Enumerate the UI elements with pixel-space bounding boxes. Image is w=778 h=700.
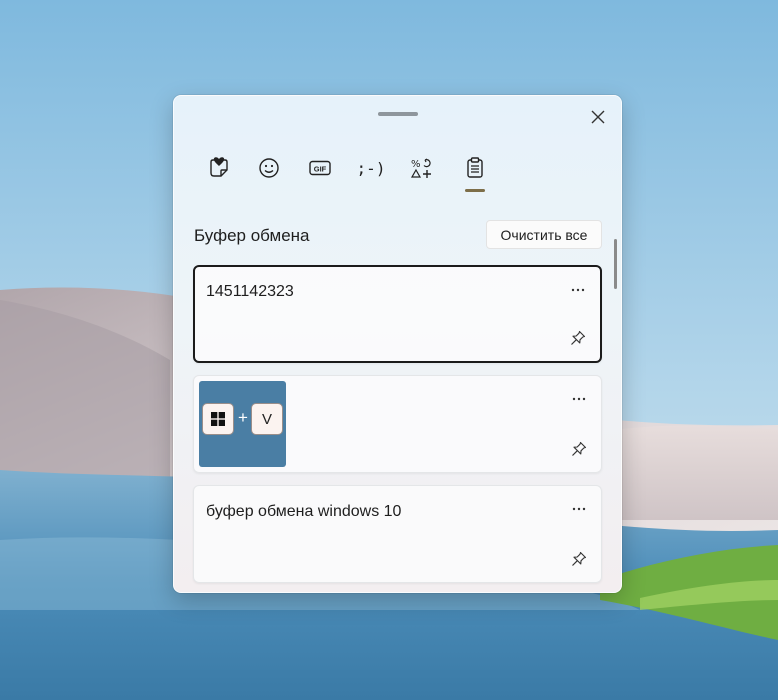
clipboard-panel: GIF ;-) % Буфер обмена Очистить все 1451… xyxy=(173,95,622,593)
symbols-icon: % xyxy=(410,158,431,178)
section-title: Буфер обмена xyxy=(194,226,310,245)
pin-button[interactable] xyxy=(565,546,593,572)
active-tab-indicator xyxy=(465,189,485,192)
close-button[interactable] xyxy=(585,104,611,130)
more-options-button[interactable] xyxy=(565,388,593,410)
drag-handle[interactable] xyxy=(378,112,418,116)
clipboard-item-2[interactable]: + V xyxy=(193,375,602,473)
tab-favorites[interactable] xyxy=(201,150,237,186)
v-key: V xyxy=(251,403,283,435)
windows-key xyxy=(202,403,234,435)
emoji-icon xyxy=(259,158,279,178)
clipboard-item-1[interactable]: 1451142323 xyxy=(193,265,602,363)
svg-text:%: % xyxy=(411,159,421,170)
pin-button[interactable] xyxy=(564,325,592,351)
clipboard-item-text: 1451142323 xyxy=(206,283,294,300)
tab-clipboard[interactable] xyxy=(457,150,493,186)
more-icon xyxy=(571,288,585,292)
gif-icon: GIF xyxy=(309,160,331,176)
tab-emoji[interactable] xyxy=(251,150,287,186)
windows-logo-icon xyxy=(211,412,225,426)
more-options-button[interactable] xyxy=(565,498,593,520)
close-icon xyxy=(591,110,605,124)
clipboard-item-text: буфер обмена windows 10 xyxy=(206,503,402,520)
pin-icon xyxy=(571,330,586,345)
tab-kaomoji[interactable]: ;-) xyxy=(353,150,389,186)
plus-sign: + xyxy=(238,408,248,427)
more-icon xyxy=(572,397,586,401)
kaomoji-icon: ;-) xyxy=(356,158,386,178)
tab-gif[interactable]: GIF xyxy=(302,150,338,186)
scrollbar-thumb[interactable] xyxy=(614,239,617,289)
more-options-button[interactable] xyxy=(564,279,592,301)
svg-text:GIF: GIF xyxy=(314,164,327,173)
pin-icon xyxy=(572,551,587,566)
pin-button[interactable] xyxy=(565,436,593,462)
tab-symbols[interactable]: % xyxy=(404,150,440,186)
pin-icon xyxy=(572,441,587,456)
more-icon xyxy=(572,507,586,511)
clear-all-button[interactable]: Очистить все xyxy=(486,220,602,249)
clipboard-item-3[interactable]: буфер обмена windows 10 xyxy=(193,485,602,583)
favorites-sticker-icon xyxy=(210,157,228,177)
clipboard-icon xyxy=(467,157,483,178)
image-thumbnail: + V xyxy=(199,381,286,467)
